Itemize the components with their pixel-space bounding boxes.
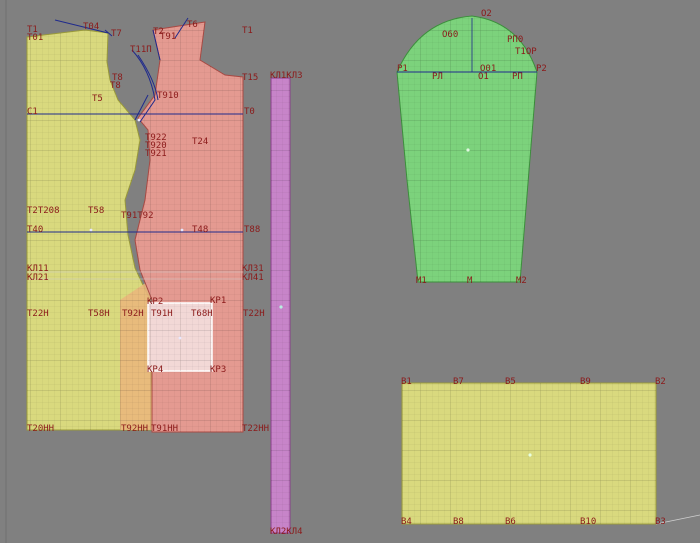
point-label: КЛ1КЛ3 [270,71,303,81]
point-label: T91 [160,32,177,42]
point-label: T22H [243,309,265,319]
point-label: T910 [157,91,179,101]
point-label: РП0 [507,35,524,45]
point-label: T0 [244,107,255,117]
rectangle-piece[interactable] [401,382,657,525]
point-label: T01 [27,33,44,43]
point-label: РЛ [432,72,443,82]
point-label: T04 [83,22,100,32]
point-label: T1 [242,26,253,36]
point-label: КР2 [147,297,164,307]
pattern-canvas[interactable]: T1 T01 T04 T7 T2 T6 T91 T1 T11П T8 T8 T1… [0,0,700,543]
point-label: O2 [481,9,492,19]
point-label: T91T92 [121,211,154,221]
point-label: T20HH [27,424,55,434]
pattern-drawing[interactable] [0,0,700,543]
point-label: M1 [416,276,427,286]
point-label: P1 [397,64,408,74]
point-label: T11П [130,45,152,55]
point-label: B6 [505,517,516,527]
point-label: O1 [478,72,489,82]
point-label: T24 [192,137,209,147]
point-label: T15 [242,73,259,83]
point-label: B2 [655,377,666,387]
point-label: M2 [516,276,527,286]
point-label: T6 [187,20,198,30]
point-label: T22H [27,309,49,319]
point-label: T2T208 [27,206,60,216]
point-label: M [467,276,473,286]
point-label: T58H [88,309,110,319]
point-label: O60 [442,30,459,40]
point-label: T48 [192,225,209,235]
point-label: T91HH [151,424,179,434]
point-label: КР3 [210,365,227,375]
point-label: T92HH [121,424,149,434]
point-label: C1 [27,107,38,117]
point-label: B8 [453,517,464,527]
point-label: B4 [401,517,412,527]
point-label: B9 [580,377,591,387]
point-label: T5 [92,94,103,104]
point-label: B5 [505,377,516,387]
point-label: B1 [401,377,412,387]
point-label: T22HH [242,424,270,434]
point-label: B3 [655,517,666,527]
point-label: B10 [580,517,597,527]
point-label: КЛ41 [242,273,264,283]
point-label: B7 [453,377,464,387]
point-label: T68H [191,309,213,319]
point-label: T92H [122,309,144,319]
point-label: КЛ21 [27,273,49,283]
point-label: T88 [244,225,261,235]
point-label: T7 [111,29,122,39]
point-label: T8 [110,81,121,91]
point-label: P2 [536,64,547,74]
point-label: T40 [27,225,44,235]
point-label: КР4 [147,365,164,375]
point-label: T921 [145,149,167,159]
point-label: КЛ2КЛ4 [270,527,303,537]
point-label: T91H [151,309,173,319]
point-label: РП [512,72,523,82]
facing-strip-piece[interactable] [270,77,291,534]
point-label: T58 [88,206,105,216]
point-label: КР1 [210,296,227,306]
point-label: T1ОР [515,47,537,57]
